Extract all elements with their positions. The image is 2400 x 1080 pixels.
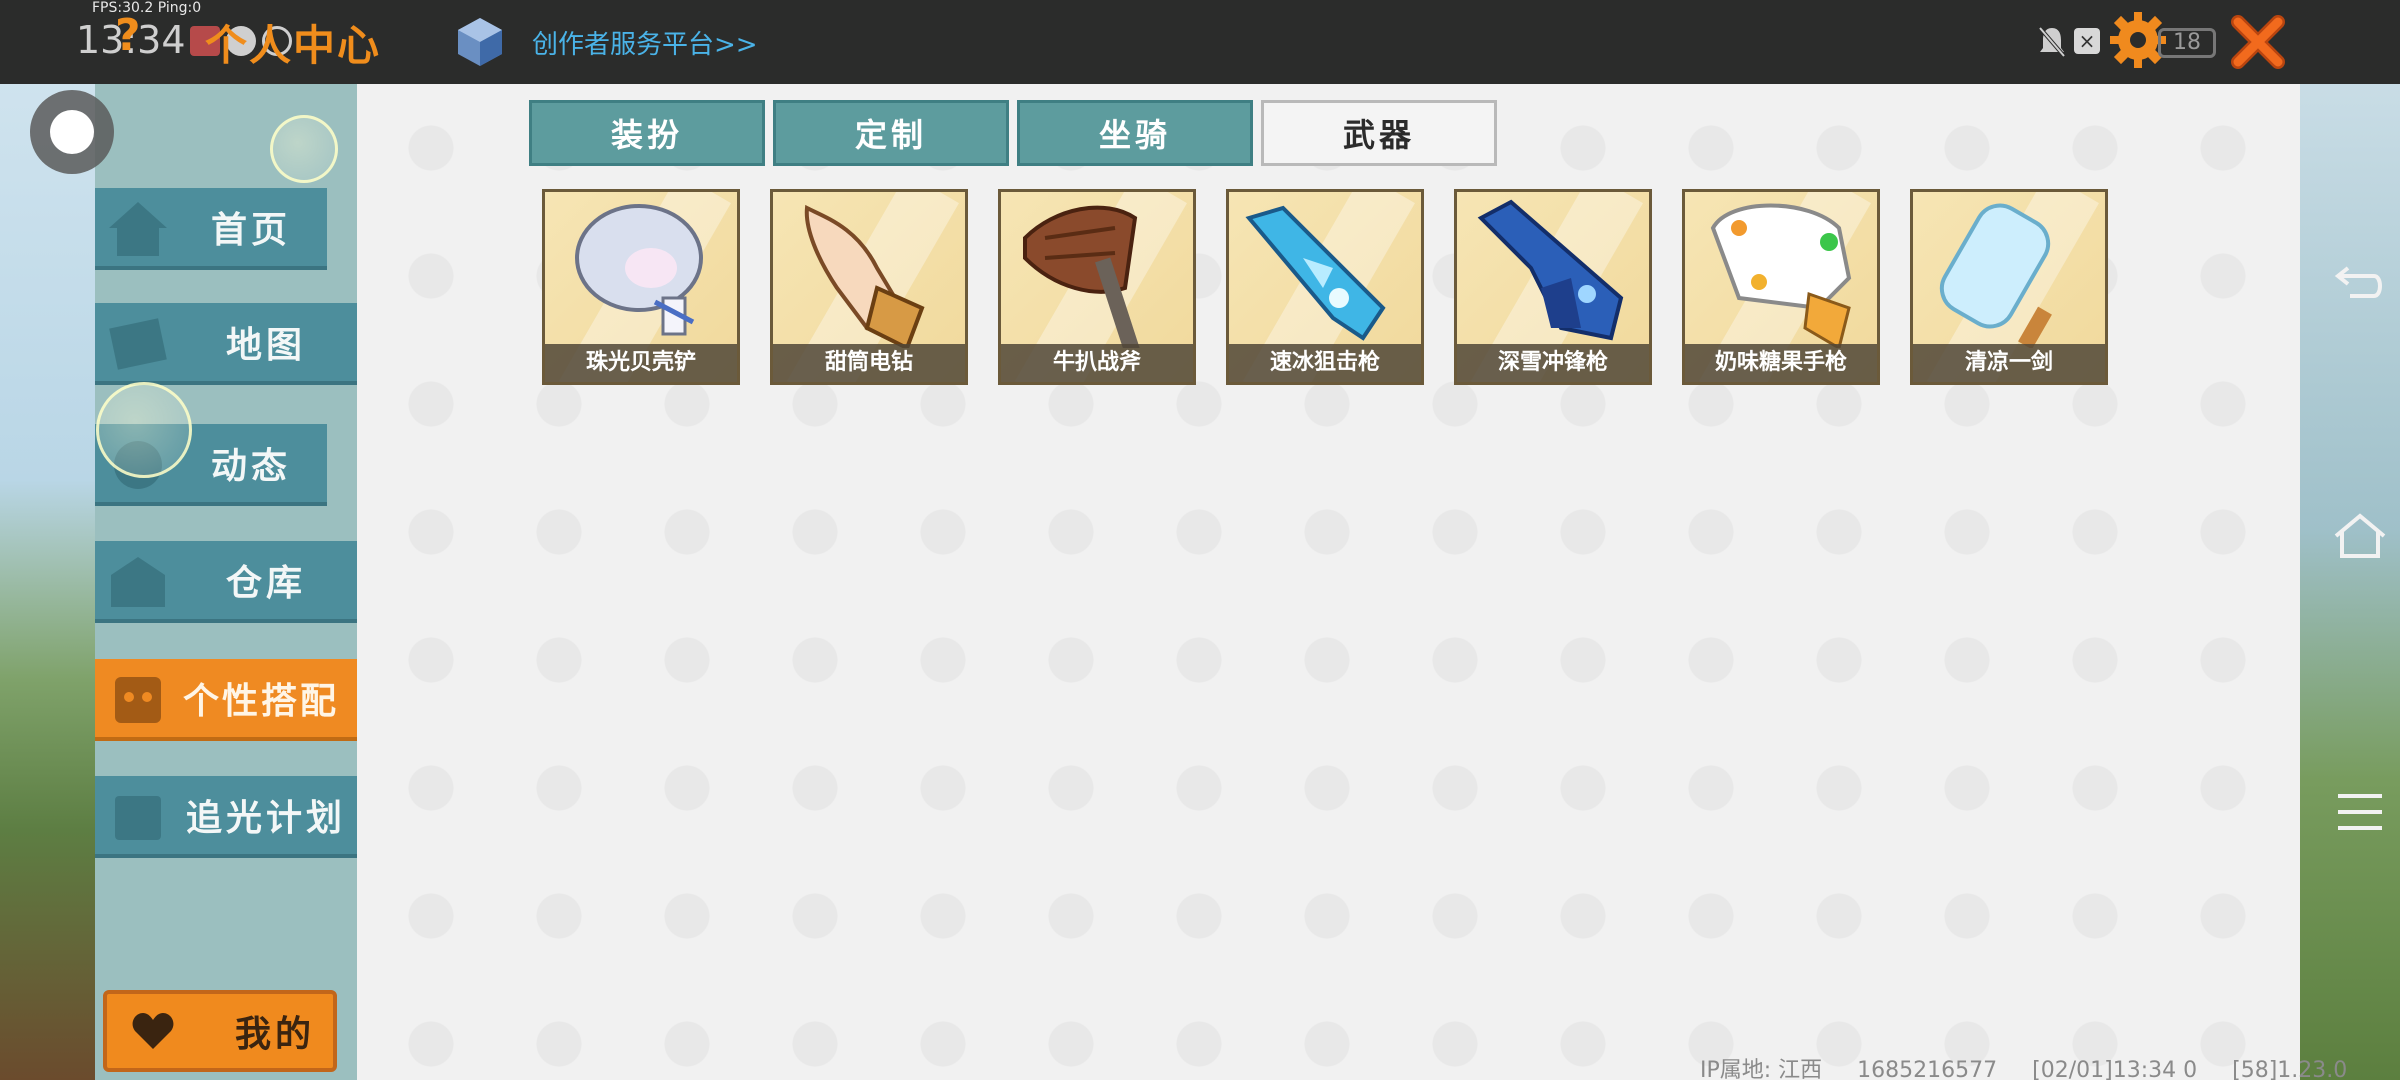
weapon-card[interactable]: 牛扒战斧 bbox=[998, 189, 1196, 385]
category-tabs: 装扮 定制 坐骑 武器 bbox=[529, 100, 1497, 166]
mine-button[interactable]: 我的 bbox=[103, 990, 337, 1072]
weapon-card[interactable]: 奶味糖果手枪 bbox=[1682, 189, 1880, 385]
version: [58]1.23.0 bbox=[2232, 1058, 2348, 1080]
ice-sniper-icon bbox=[1245, 205, 1386, 341]
tab-mount[interactable]: 坐骑 bbox=[1017, 100, 1253, 166]
assist-dot-icon bbox=[50, 110, 94, 154]
tab-outfit[interactable]: 装扮 bbox=[529, 100, 765, 166]
map-icon bbox=[109, 318, 167, 370]
weapon-card[interactable]: 甜筒电钻 bbox=[770, 189, 968, 385]
user-id: 1685216577 bbox=[1857, 1058, 1998, 1080]
page-title: 个人中心 bbox=[205, 21, 382, 70]
weapon-name: 速冰狙击枪 bbox=[1229, 344, 1421, 382]
outfit-icon bbox=[115, 677, 161, 723]
weapon-card[interactable]: 珠光贝壳铲 bbox=[542, 189, 740, 385]
weapon-name: 深雪冲锋枪 bbox=[1457, 344, 1649, 382]
weapon-name: 甜筒电钻 bbox=[773, 344, 965, 382]
mine-label: 我的 bbox=[235, 1014, 316, 1055]
steak-axe-icon bbox=[1023, 205, 1140, 348]
status-x-icon: × bbox=[2074, 28, 2100, 54]
screen: FPS:30.2 Ping:0 13:34 ? 个人中心 创作者服务平台>> × bbox=[0, 0, 2400, 1080]
home-icon bbox=[109, 202, 167, 256]
back-icon[interactable] bbox=[2330, 252, 2390, 312]
warehouse-icon bbox=[111, 557, 165, 607]
sidebar-item-outfit[interactable]: 个性搭配 bbox=[95, 659, 357, 741]
battery-indicator: 18 bbox=[2158, 28, 2216, 58]
cube-icon[interactable] bbox=[456, 16, 504, 68]
creator-platform-link[interactable]: 创作者服务平台>> bbox=[532, 24, 758, 61]
sidebar-item-map[interactable]: 地图 bbox=[95, 303, 357, 385]
weapon-card[interactable]: 清凉一剑 bbox=[1910, 189, 2108, 385]
weapon-name: 珠光贝壳铲 bbox=[545, 344, 737, 382]
candy-pistol-icon bbox=[1710, 203, 1852, 348]
bubble-decoration bbox=[96, 382, 192, 478]
sidebar-item-warehouse[interactable]: 仓库 bbox=[95, 541, 357, 623]
weapon-name: 牛扒战斧 bbox=[1001, 344, 1193, 382]
help-icon[interactable]: ? bbox=[115, 10, 141, 61]
bubble-decoration bbox=[270, 115, 338, 183]
timestamp: [02/01]13:34 0 bbox=[2032, 1058, 2198, 1080]
weapon-name: 清凉一剑 bbox=[1913, 344, 2105, 382]
weapon-card[interactable]: 深雪冲锋枪 bbox=[1454, 189, 1652, 385]
game-world-right bbox=[2300, 80, 2400, 1080]
weapon-name: 奶味糖果手枪 bbox=[1685, 344, 1877, 382]
shell-shovel-icon bbox=[575, 204, 703, 336]
floating-assist-button[interactable] bbox=[30, 90, 114, 174]
close-button[interactable] bbox=[2226, 10, 2290, 74]
heart-icon bbox=[132, 1013, 174, 1049]
sidebar: 首页 地图 动态 仓库 个性搭配 追光计划 我的 bbox=[95, 84, 357, 1080]
ip-location: IP属地: 江西 bbox=[1700, 1058, 1823, 1080]
sidebar-item-home[interactable]: 首页 bbox=[95, 188, 327, 270]
bell-muted-icon bbox=[2038, 26, 2066, 58]
snow-smg-icon bbox=[1477, 199, 1624, 341]
tab-custom[interactable]: 定制 bbox=[773, 100, 1009, 166]
fps-readout: FPS:30.2 Ping:0 bbox=[92, 0, 202, 16]
game-world-left bbox=[0, 80, 95, 1080]
footer-info: IP属地: 江西 1685216577 [02/01]13:34 0 [58]1… bbox=[1700, 1052, 2375, 1080]
weapon-grid: 珠光贝壳铲 甜筒电钻 牛扒战斧 速冰狙击枪 深雪冲锋枪 奶味糖果手枪 清凉一剑 bbox=[542, 189, 2108, 385]
close-icon bbox=[2231, 15, 2285, 69]
top-bar: FPS:30.2 Ping:0 13:34 ? 个人中心 创作者服务平台>> × bbox=[0, 0, 2400, 84]
sidebar-item-plan[interactable]: 追光计划 bbox=[95, 776, 357, 858]
popsicle-sword-icon bbox=[1939, 203, 2052, 348]
weapon-card[interactable]: 速冰狙击枪 bbox=[1226, 189, 1424, 385]
home-nav-icon[interactable] bbox=[2330, 508, 2390, 568]
plan-icon bbox=[115, 796, 161, 840]
icecream-drill-icon bbox=[804, 204, 925, 348]
main-panel: 装扮 定制 坐骑 武器 珠光贝壳铲 甜筒电钻 牛扒战斧 速冰狙击枪 深雪冲锋枪 … bbox=[357, 84, 2300, 1080]
tab-weapon[interactable]: 武器 bbox=[1261, 100, 1497, 166]
menu-icon[interactable] bbox=[2330, 782, 2390, 842]
